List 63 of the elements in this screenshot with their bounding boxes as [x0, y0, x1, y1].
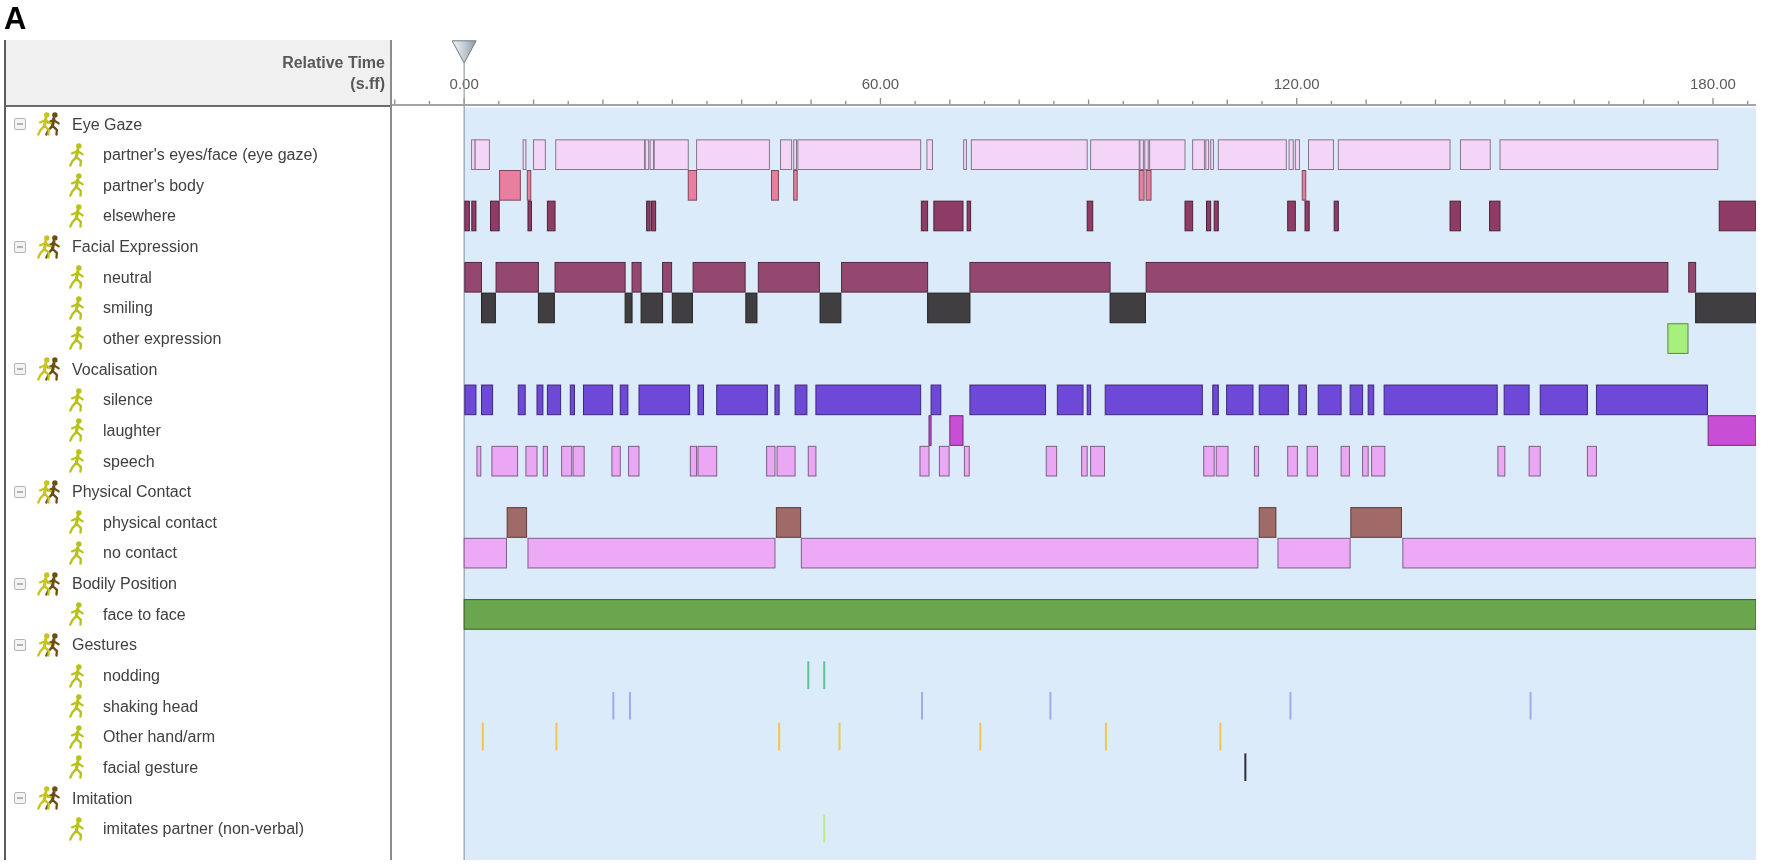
figure-icon [69, 449, 84, 474]
figure-icon [69, 602, 84, 627]
figure-icon [69, 540, 84, 565]
two-figures-icon [37, 632, 60, 657]
panel-label: A [4, 1, 27, 36]
playhead-marker[interactable] [451, 40, 477, 64]
figure-icon [69, 387, 84, 412]
group-label[interactable]: Bodily Position [72, 574, 177, 594]
two-figures-icon [37, 357, 60, 382]
group-label[interactable]: Imitation [72, 788, 133, 808]
behavior-label[interactable]: imitates partner (non-verbal) [103, 819, 304, 839]
column-unit: (s.ff) [350, 73, 385, 94]
column-title: Relative Time [282, 52, 385, 73]
collapse-icon[interactable] [14, 240, 26, 253]
figure-icon [69, 724, 84, 749]
behavior-label[interactable]: partner's body [103, 175, 204, 195]
behavior-label[interactable]: laughter [103, 420, 161, 440]
figure-icon [69, 142, 84, 167]
figure-icon [69, 295, 84, 320]
group-label[interactable]: Vocalisation [72, 359, 158, 379]
behavior-label[interactable]: nodding [103, 666, 160, 686]
behavior-label[interactable]: silence [103, 390, 153, 410]
behavior-label[interactable]: physical contact [103, 512, 217, 532]
figure-icon [69, 265, 84, 290]
group-label[interactable]: Facial Expression [72, 237, 199, 257]
collapse-icon[interactable] [14, 792, 26, 805]
behavior-label[interactable]: other expression [103, 329, 222, 348]
tick-label: 180.00 [1690, 75, 1736, 92]
collapse-icon[interactable] [14, 638, 26, 651]
behavior-label[interactable]: no contact [103, 543, 177, 563]
tick-label: 120.00 [1273, 75, 1320, 92]
behavior-label[interactable]: shaking head [103, 696, 199, 716]
figure-icon [69, 816, 84, 841]
two-figures-icon [37, 112, 60, 136]
figure-icon [69, 694, 84, 719]
behavior-label[interactable]: speech [103, 451, 155, 471]
two-figures-icon [37, 234, 60, 259]
figure-icon [69, 755, 84, 780]
collapse-icon[interactable] [14, 118, 26, 130]
behavior-label[interactable]: face to face [103, 604, 186, 624]
tick-label: 0.00 [449, 75, 479, 92]
figure-icon [69, 203, 84, 228]
behavior-label[interactable]: Other hand/arm [103, 727, 216, 747]
figure-icon [69, 326, 84, 351]
two-figures-icon [37, 786, 60, 811]
two-figures-icon [37, 571, 60, 596]
collapse-icon[interactable] [14, 363, 26, 376]
behavior-label[interactable]: neutral [103, 267, 152, 287]
group-label[interactable]: Eye Gaze [72, 114, 143, 134]
tick-label: 60.00 [861, 75, 900, 92]
figure-icon [69, 418, 84, 443]
behavior-label[interactable]: elsewhere [103, 206, 176, 226]
figure-icon [69, 173, 84, 198]
collapse-icon[interactable] [14, 485, 26, 498]
collapse-icon[interactable] [14, 577, 26, 590]
behavior-label[interactable]: facial gesture [103, 757, 199, 777]
behavior-label[interactable]: partner's eyes/face (eye gaze) [103, 145, 318, 165]
figure-icon [69, 663, 84, 688]
two-figures-icon [37, 479, 60, 504]
group-label[interactable]: Gestures [72, 635, 137, 655]
figure-icon [69, 510, 84, 535]
behavior-label[interactable]: smiling [103, 298, 153, 318]
group-label[interactable]: Physical Contact [72, 482, 192, 502]
